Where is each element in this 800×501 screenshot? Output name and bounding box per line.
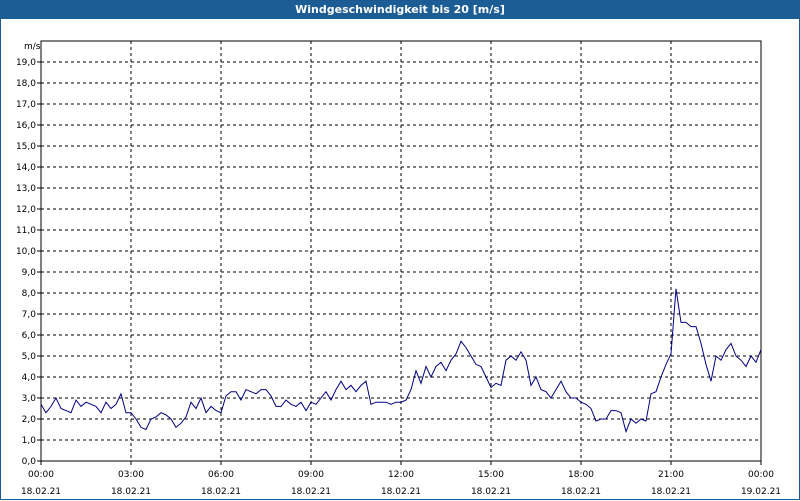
y-tick-label: 4,0 [22, 373, 37, 383]
x-tick-date-label: 18.02.21 [21, 487, 61, 497]
x-tick-date-label: 18.02.21 [291, 487, 331, 497]
x-tick-date-label: 18.02.21 [471, 487, 511, 497]
y-tick-label: 9,0 [22, 268, 37, 278]
x-tick-date-label: 18.02.21 [381, 487, 421, 497]
x-tick-time-label: 00:00 [28, 470, 54, 480]
x-tick-date-label: 19.02.21 [741, 487, 781, 497]
x-axis-ticks: 00:00 18.02.21 03:00 18.02.21 06:00 18.02.21 0… [21, 461, 781, 497]
x-tick-time-label: 00:00 [748, 470, 774, 480]
x-tick-date-label: 18.02.21 [201, 487, 241, 497]
y-tick-label: 0,0 [22, 457, 37, 467]
y-tick-label: 14,0 [16, 163, 36, 173]
x-tick-date-label: 18.02.21 [111, 487, 151, 497]
x-tick-time-label: 12:00 [388, 470, 414, 480]
y-tick-label: 12,0 [16, 205, 36, 215]
y-tick-label: 13,0 [16, 184, 36, 194]
line-chart: m/s 0,0 1,0 2,0 3,0 4,0 5,0 6,0 7,0 8,0 9,0 10,0 11… [16, 40, 781, 497]
y-tick-label: 6,0 [22, 331, 37, 341]
x-tick-time-label: 03:00 [118, 470, 144, 480]
y-tick-label: 8,0 [22, 289, 37, 299]
y-tick-label: 15,0 [16, 142, 36, 152]
x-tick-date-label: 18.02.21 [651, 487, 691, 497]
y-tick-label: 7,0 [22, 310, 37, 320]
y-tick-label: 19,0 [16, 58, 36, 68]
x-tick-time-label: 09:00 [298, 470, 324, 480]
grid-lines [41, 41, 761, 461]
y-tick-label: 18,0 [16, 79, 36, 89]
y-axis-ticks: 0,0 1,0 2,0 3,0 4,0 5,0 6,0 7,0 8,0 9,0 10,0 11,0 12… [16, 58, 41, 467]
x-tick-time-label: 21:00 [658, 470, 684, 480]
x-tick-time-label: 18:00 [568, 470, 594, 480]
y-tick-label: 3,0 [22, 394, 37, 404]
y-tick-label: 1,0 [22, 436, 37, 446]
y-tick-label: 2,0 [22, 415, 37, 425]
x-tick-time-label: 15:00 [478, 470, 504, 480]
y-tick-label: 10,0 [16, 247, 36, 257]
x-tick-date-label: 18.02.21 [561, 487, 601, 497]
y-tick-label: 5,0 [22, 352, 37, 362]
x-tick-time-label: 06:00 [208, 470, 234, 480]
y-tick-label: 16,0 [16, 121, 36, 131]
y-axis-unit: m/s [24, 42, 41, 52]
y-tick-label: 11,0 [16, 226, 36, 236]
chart-window: Windgeschwindigkeit bis 20 [m/s] m/s 0,0… [0, 0, 800, 500]
y-tick-label: 17,0 [16, 100, 36, 110]
